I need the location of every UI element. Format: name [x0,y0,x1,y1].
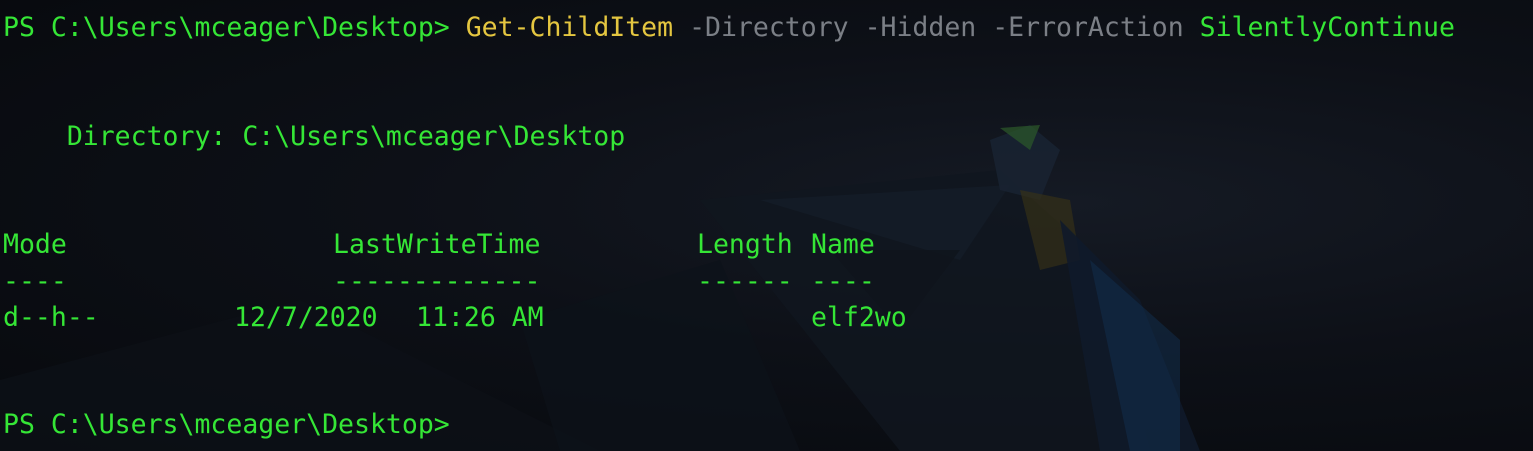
header-length: Length [697,229,793,260]
terminal-window[interactable]: PS C:\Users\mceager\Desktop> Get-ChildIt… [0,0,1533,451]
separator-mode: ---- [3,266,67,297]
command-param-hidden: -Hidden [848,12,977,43]
command-line: PS C:\Users\mceager\Desktop> Get-ChildIt… [3,10,1455,46]
separator-length: ------ [697,266,793,297]
final-prompt-line[interactable]: PS C:\Users\mceager\Desktop> [3,407,467,443]
parrot-wallpaper-icon [0,125,1200,451]
header-lastwritetime: LastWriteTime [333,229,541,260]
header-name: Name [811,229,875,260]
row-mode: d--h-- [3,302,99,333]
directory-heading: Directory: C:\Users\mceager\Desktop [3,121,626,152]
command-param-directory: -Directory [673,12,849,43]
row-name: elf2wo [811,302,907,333]
table-header-row: Mode LastWriteTime Length Name [3,227,875,263]
command-name: Get-ChildItem [465,12,674,43]
final-prompt-text: PS C:\Users\mceager\Desktop> [3,409,466,440]
table-row: d--h-- 12/7/2020 11:26 AM elf2wo [3,300,907,336]
row-date: 12/7/2020 [234,302,378,333]
separator-name: ---- [811,266,875,297]
row-time: 11:26 AM [416,302,544,333]
prompt-text: PS C:\Users\mceager\Desktop> [3,12,466,43]
command-param-erroraction: -ErrorAction [976,12,1184,43]
input-cursor[interactable] [466,432,467,433]
table-separator-row: ---- ------------- ------ ---- [3,264,875,300]
command-param-value: SilentlyContinue [1183,12,1455,43]
separator-lastwritetime: ------------- [333,266,541,297]
header-mode: Mode [3,229,67,260]
